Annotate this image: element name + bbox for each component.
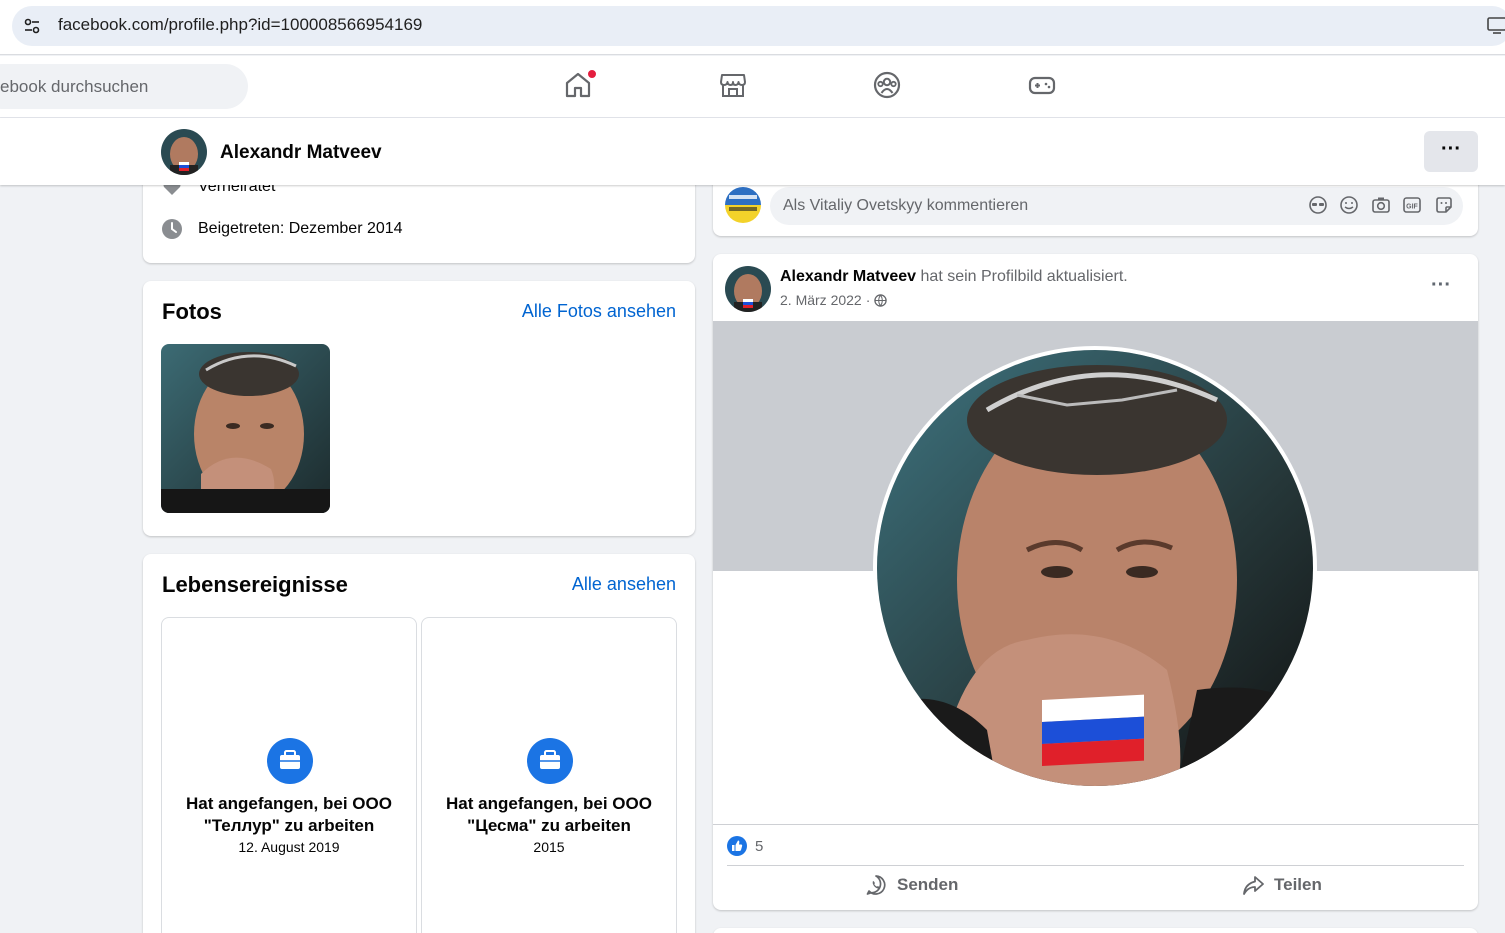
share-label: Teilen [1274, 875, 1322, 894]
search-placeholder: ebook durchsuchen [0, 77, 149, 96]
url-text[interactable]: facebook.com/profile.php?id=100008566954… [58, 15, 422, 35]
send-label: Senden [897, 875, 959, 894]
life-event-item[interactable]: Hat angefangen, bei ООО "Цесма" zu arbei… [421, 617, 677, 933]
more-options-button[interactable]: ··· [1424, 131, 1478, 172]
groups-icon[interactable] [872, 70, 902, 100]
all-photos-link[interactable]: Alle Fotos ansehen [522, 301, 676, 322]
post-meta: 2. März 2022 · [780, 292, 888, 308]
divider [727, 865, 1464, 866]
post-card: Alexandr Matveev hat sein Profilbild akt… [713, 254, 1478, 910]
post-options-button[interactable]: ··· [1431, 274, 1451, 297]
share-icon [1243, 876, 1264, 895]
life-event-item[interactable]: Hat angefangen, bei ООО "Теллур" zu arbe… [161, 617, 417, 933]
all-events-link[interactable]: Alle ansehen [572, 574, 676, 595]
briefcase-icon [527, 738, 573, 784]
joined-text: Beigetreten: Dezember 2014 [198, 220, 403, 237]
gif-icon[interactable]: GIF [1402, 195, 1422, 215]
avatar-sticker-icon[interactable] [1308, 195, 1328, 215]
life-event-title: Hat angefangen, bei ООО "Теллур" zu arbe… [186, 794, 392, 835]
post-header: Alexandr Matveev hat sein Profilbild akt… [780, 268, 1128, 286]
meta-separator: · [865, 292, 871, 308]
photos-card: Fotos Alle Fotos ansehen [143, 281, 695, 536]
gaming-icon[interactable] [1027, 70, 1057, 100]
like-count: 5 [755, 837, 764, 855]
life-event-date: 12. August 2019 [238, 839, 340, 855]
whatsapp-icon [866, 875, 886, 895]
reaction-summary[interactable]: 5 [727, 836, 763, 856]
comment-placeholder: Als Vitaliy Ovetskyy kommentieren [783, 197, 1029, 214]
camera-icon[interactable] [1371, 195, 1391, 215]
next-post-card [713, 928, 1478, 933]
avatar[interactable] [725, 187, 761, 223]
avatar[interactable] [725, 266, 771, 312]
search-input[interactable]: ebook durchsuchen [0, 64, 248, 109]
globe-icon [874, 293, 888, 307]
post-date[interactable]: 2. März 2022 [780, 292, 862, 308]
post-media[interactable] [713, 321, 1478, 824]
life-event-title: Hat angefangen, bei ООО "Цесма" zu arbei… [446, 794, 652, 835]
intro-joined: Beigetreten: Dezember 2014 [161, 218, 403, 240]
notification-dot [587, 69, 597, 79]
briefcase-icon [267, 738, 313, 784]
marketplace-icon[interactable] [718, 70, 748, 100]
send-button[interactable]: Senden [865, 874, 958, 896]
comment-input[interactable]: Als Vitaliy Ovetskyy kommentieren GIF [770, 187, 1463, 225]
clock-icon [162, 219, 182, 239]
profile-name[interactable]: Alexandr Matveev [220, 142, 382, 164]
sticker-icon[interactable] [1434, 195, 1454, 215]
photo-thumbnail[interactable] [161, 344, 330, 513]
life-event-date: 2015 [533, 839, 565, 855]
photos-title: Fotos [162, 299, 222, 324]
avatar[interactable] [161, 129, 207, 175]
browser-toolbar: facebook.com/profile.php?id=100008566954… [0, 0, 1505, 55]
life-events-title: Lebensereignisse [162, 572, 348, 597]
share-button[interactable]: Teilen [1242, 874, 1322, 896]
svg-text:GIF: GIF [1406, 204, 1418, 211]
post-action-text: hat sein Profilbild aktualisiert. [920, 268, 1128, 285]
like-icon [727, 836, 747, 856]
facebook-top-nav: ebook durchsuchen [0, 56, 1505, 118]
cast-icon[interactable] [1487, 16, 1505, 34]
site-info-icon[interactable] [22, 16, 42, 36]
life-events-card: Lebensereignisse Alle ansehen Hat angefa… [143, 554, 695, 933]
post-author[interactable]: Alexandr Matveev [780, 268, 916, 285]
divider [713, 824, 1478, 825]
profile-sticky-header: Alexandr Matveev ··· [0, 118, 1505, 185]
emoji-icon[interactable] [1339, 195, 1359, 215]
profile-picture-large[interactable] [873, 346, 1317, 790]
